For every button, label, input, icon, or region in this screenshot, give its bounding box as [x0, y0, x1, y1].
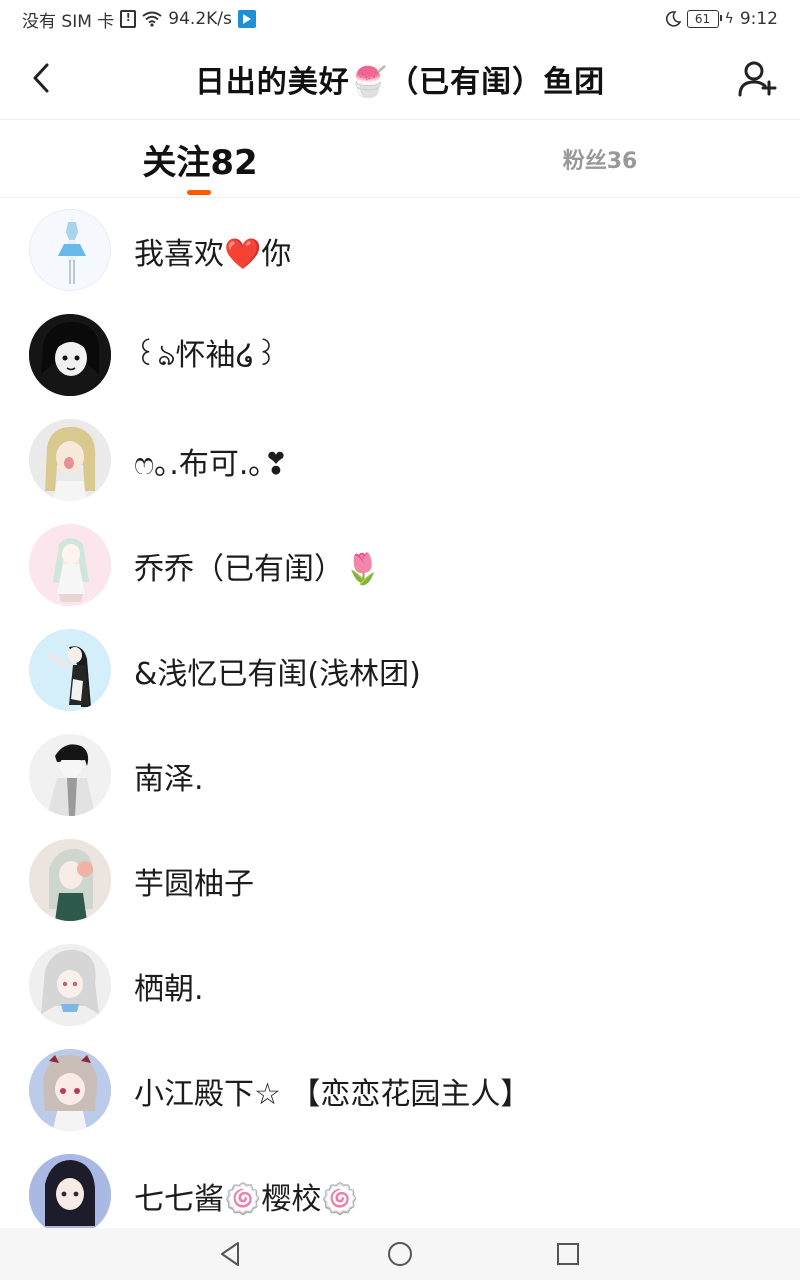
avatar-image [29, 944, 111, 1026]
status-left: 没有 SIM 卡 ! 94.2K/s [0, 7, 256, 32]
list-item[interactable]: 乔乔（已有闺）🌷 [0, 513, 800, 618]
chevron-left-icon [33, 63, 49, 93]
battery-icon: 61 [686, 10, 722, 28]
avatar[interactable] [29, 629, 111, 711]
avatar[interactable] [29, 314, 111, 396]
user-name: ꒰ঌ怀袖໒꒱ [134, 337, 279, 373]
user-name: 芋圆柚子 [134, 866, 254, 902]
wifi-icon [142, 11, 162, 27]
user-name: 乔乔（已有闺）🌷 [134, 551, 382, 587]
avatar-image [29, 1049, 111, 1131]
avatar[interactable] [29, 944, 111, 1026]
active-tab-indicator [187, 190, 211, 195]
avatar-image [29, 629, 111, 711]
avatar-image [29, 734, 111, 816]
list-item[interactable]: 我喜欢❤️你 [0, 198, 800, 303]
battery-level: 61 [694, 12, 711, 26]
moon-icon [665, 11, 681, 27]
header: 日出的美好🍧（已有闺）鱼团 [0, 38, 800, 120]
add-user-button[interactable] [736, 56, 780, 100]
tab-fans[interactable]: 粉丝36 [500, 120, 700, 198]
avatar[interactable] [29, 209, 111, 291]
triangle-back-icon [221, 1242, 239, 1266]
user-name: 栖朝. [134, 971, 204, 1007]
tab-following[interactable]: 关注82 [100, 120, 300, 198]
list-item[interactable]: ෆ｡.布可.｡❣ [0, 408, 800, 513]
tab-fans-label: 粉丝36 [562, 149, 638, 174]
list-item[interactable]: 栖朝. [0, 933, 800, 1038]
avatar-image [29, 1154, 111, 1236]
user-name: 七七酱🍥樱校🍥 [134, 1181, 359, 1217]
avatar-image [29, 419, 111, 501]
square-recents-icon [557, 1243, 579, 1265]
add-user-icon [738, 61, 777, 97]
user-name: 南泽. [134, 761, 204, 797]
list-item[interactable]: ꒰ঌ怀袖໒꒱ [0, 303, 800, 408]
tab-bar: 关注82 粉丝36 [0, 120, 800, 198]
carrier-text: 没有 SIM 卡 [22, 11, 115, 32]
list-item[interactable]: 南泽. [0, 723, 800, 828]
avatar-image [30, 210, 110, 290]
back-button[interactable] [22, 56, 62, 100]
list-item[interactable]: &浅忆已有闺(浅林团) [0, 618, 800, 723]
avatar[interactable] [29, 1049, 111, 1131]
user-name: ෆ｡.布可.｡❣ [134, 446, 289, 482]
avatar-image [29, 314, 111, 396]
user-name: 我喜欢❤️你 [134, 236, 292, 272]
screen: 没有 SIM 卡 ! 94.2K/s 61 ϟ 9:12 日出的美好🍧（已有闺）… [0, 0, 800, 1280]
system-nav-bar [0, 1228, 800, 1280]
network-speed: 94.2K/s [168, 9, 232, 29]
nav-recents-button[interactable] [550, 1238, 586, 1270]
sim-alert-icon: ! [120, 10, 137, 28]
avatar[interactable] [29, 839, 111, 921]
avatar[interactable] [29, 524, 111, 606]
avatar-image [29, 839, 111, 921]
status-right: 61 ϟ 9:12 [665, 9, 800, 29]
avatar[interactable] [29, 1154, 111, 1236]
following-list: 我喜欢❤️你 ꒰ঌ怀袖໒꒱ ෆ｡.布可.｡❣ 乔乔（已有闺）🌷 &浅忆已有闺(浅… [0, 198, 800, 1248]
app-notification-icon [237, 10, 256, 28]
list-item[interactable]: 芋圆柚子 [0, 828, 800, 933]
charging-icon: ϟ [724, 11, 734, 27]
status-bar: 没有 SIM 卡 ! 94.2K/s 61 ϟ 9:12 [0, 0, 800, 38]
nav-home-button[interactable] [382, 1238, 418, 1270]
page-title: 日出的美好🍧（已有闺）鱼团 [194, 64, 606, 100]
user-name: 小江殿下☆ 【恋恋花园主人】 [134, 1076, 531, 1112]
avatar-image [29, 524, 111, 606]
user-name: &浅忆已有闺(浅林团) [134, 656, 421, 692]
clock: 9:12 [739, 9, 778, 29]
nav-back-button[interactable] [212, 1238, 248, 1270]
tab-following-label: 关注82 [142, 142, 258, 183]
avatar[interactable] [29, 734, 111, 816]
avatar[interactable] [29, 419, 111, 501]
circle-home-icon [388, 1242, 412, 1266]
list-item[interactable]: 小江殿下☆ 【恋恋花园主人】 [0, 1038, 800, 1143]
